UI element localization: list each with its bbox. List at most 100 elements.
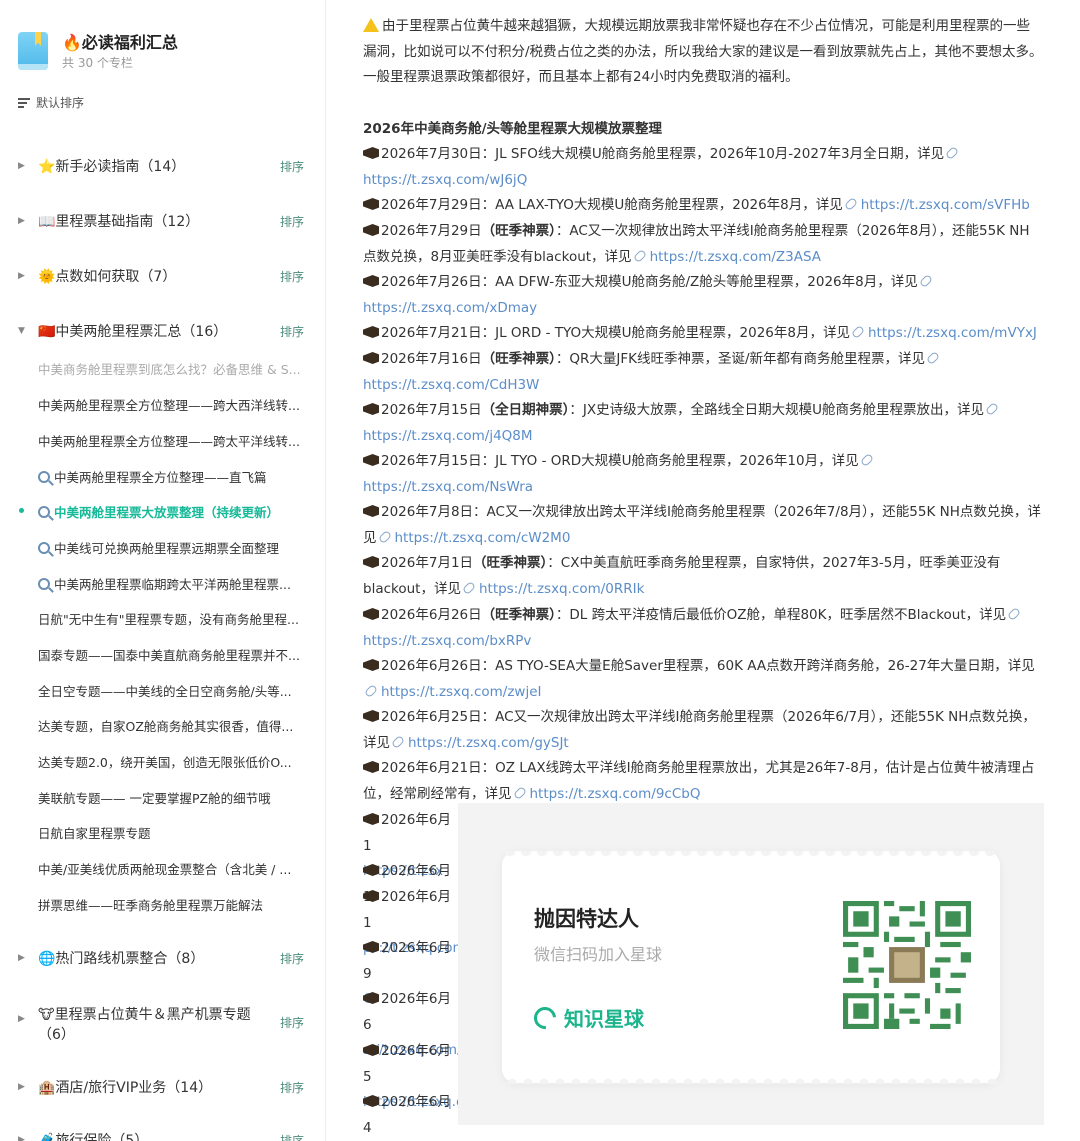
rank-button[interactable]: 排序: [280, 213, 304, 230]
expand-arrow-icon[interactable]: ▶: [18, 271, 28, 281]
sub-item-label: 中美两舱里程票全方位整理——直飞篇: [54, 470, 267, 485]
sort-selector[interactable]: 默认排序: [18, 94, 84, 111]
expand-arrow-icon[interactable]: ▶: [18, 1135, 28, 1141]
rank-button[interactable]: 排序: [280, 1079, 304, 1096]
sidebar-subtitle: 共 30 个专栏: [62, 56, 133, 70]
release-entry: 2026年7月30日：JL SFO线大规模U舱商务舱里程票，2026年10月-2…: [363, 142, 1043, 193]
entry-date: 2026年6月25日：: [381, 709, 496, 725]
release-entry: 2026年7月1日（旺季神票）：CX中美直航旺季商务舱里程票，自家特供，2027…: [363, 551, 1043, 602]
sub-item[interactable]: 美联航专题—— 一定要掌握PZ舱的细节哦: [38, 788, 310, 807]
entry-date: 2026年7月26日：: [381, 274, 496, 290]
release-entry: 2026年7月15日（全日期神票）：JX史诗级大放票，全路线全日期大规模U舱商务…: [363, 398, 1043, 449]
sub-item[interactable]: 中美商务舱里程票到底怎么找？必备思维 & S...: [38, 359, 310, 378]
category-insurance[interactable]: ▶ 🧳旅行保险（5） 排序: [18, 1130, 308, 1141]
entry-date: 2026年6月21日：: [381, 760, 496, 776]
megaphone-icon: [363, 352, 379, 364]
entry-date: 2026年7月15日：: [381, 453, 496, 469]
expand-arrow-icon[interactable]: ▶: [18, 161, 28, 171]
sub-item[interactable]: 日航"无中生有"里程票专题，没有商务舱里程...: [38, 609, 310, 628]
link-icon: [390, 734, 406, 749]
sub-item[interactable]: 中美/亚美线优质两舱现金票整合（含北美 / ...: [38, 859, 310, 878]
expand-arrow-icon[interactable]: ▶: [18, 216, 28, 226]
entry-link[interactable]: https://t.zsxq.com/Z3ASA: [650, 249, 821, 265]
megaphone-icon: [363, 275, 379, 287]
expand-arrow-icon[interactable]: ▶: [18, 1082, 28, 1092]
link-icon: [461, 580, 477, 595]
entry-link[interactable]: https://t.zsxq.com/zwjeI: [381, 684, 542, 700]
intro-paragraph: 由于里程票占位黄牛越来越猖獗，大规模远期放票我非常怀疑也存在不少占位情况，可能是…: [363, 14, 1043, 91]
entry-text: JL ORD - TYO大规模U舱商务舱里程票，2026年8月，详见: [495, 325, 850, 341]
sub-item[interactable]: 达美专题2.0，绕开美国，创造无限张低价O...: [38, 752, 310, 771]
expand-arrow-icon[interactable]: ▶: [18, 1014, 28, 1024]
category-label: 🐮里程票占位黄牛＆黑产机票专题 （6）: [38, 1004, 308, 1044]
sub-item[interactable]: 中美两舱里程票全方位整理——跨太平洋线转...: [38, 431, 310, 450]
link-icon: [850, 324, 866, 340]
release-entry: 2026年6月25日：AC又一次规律放出跨太平洋线I舱商务舱里程票（2026年6…: [363, 705, 1043, 756]
entry-tag: （全日期神票）: [481, 402, 570, 418]
release-entry: 2026年7月21日：JL ORD - TYO大规模U舱商务舱里程票，2026年…: [363, 321, 1043, 347]
sub-item[interactable]: 中美线可兑换两舱里程票远期票全面整理: [38, 538, 310, 557]
sort-icon: [18, 97, 30, 108]
rank-button[interactable]: 排序: [280, 323, 304, 340]
sub-item[interactable]: 中美两舱里程票临期跨太平洋两舱里程票...: [38, 574, 310, 593]
sub-item[interactable]: 达美专题，自家OZ舱商务舱其实很香，值得...: [38, 716, 310, 735]
entry-tag: （旺季神票）: [481, 223, 556, 239]
entry-link[interactable]: https://t.zsxq.com/wJ6jQ: [363, 172, 527, 188]
release-entry: 2026年6月21日：OZ LAX线跨太平洋线I舱商务舱里程票放出，尤其是26年…: [363, 756, 1043, 807]
rank-button[interactable]: 排序: [280, 1014, 304, 1031]
entry-date: 2026年7月29日：: [381, 197, 496, 213]
category-us-china[interactable]: ▼ 🇨🇳中美两舱里程票汇总（16） 排序: [18, 321, 308, 341]
scan-hint: 微信扫码加入星球: [534, 945, 663, 964]
megaphone-icon: [363, 454, 379, 466]
megaphone-icon: [363, 941, 379, 953]
entry-text: AA DFW-东亚大规模U舱商务舱/Z舱头等舱里程票，2026年8月，详见: [495, 274, 918, 290]
sub-item[interactable]: 日航自家里程票专题: [38, 823, 310, 842]
category-label: 🇨🇳中美两舱里程票汇总（16）: [38, 324, 228, 340]
category-newbie[interactable]: ▶ ⭐新手必读指南（14） 排序: [18, 156, 308, 176]
megaphone-icon: [363, 890, 379, 902]
entry-text: ：DL 跨太平洋疫情后最低价OZ舱，单程80K，旺季居然不Blackout，详见: [555, 607, 1007, 623]
category-basics[interactable]: ▶ 📖里程票基础指南（12） 排序: [18, 211, 308, 231]
book-icon: [18, 32, 48, 70]
intro-text: 由于里程票占位黄牛越来越猖獗，大规模远期放票我非常怀疑也存在不少占位情况，可能是…: [363, 18, 1043, 86]
megaphone-icon: [363, 326, 379, 338]
sub-item-active[interactable]: 中美两舱里程票大放票整理（持续更新）: [38, 502, 310, 521]
entry-link[interactable]: https://t.zsxq.com/gySJt: [408, 735, 569, 751]
entry-link[interactable]: https://t.zsxq.com/j4Q8M: [363, 428, 533, 444]
sub-item[interactable]: 全日空专题——中美线的全日空商务舱/头等...: [38, 681, 310, 700]
qr-code-icon[interactable]: [843, 901, 971, 1029]
expand-arrow-icon[interactable]: ▶: [18, 953, 28, 963]
sidebar-header: 🔥必读福利汇总 共 30 个专栏: [18, 32, 178, 72]
entry-date: 2026年7月29日: [381, 223, 482, 239]
entry-text: AS TYO-SEA大量E舱Saver里程票，60K AA点数开跨洋商务舱，26…: [495, 658, 1035, 674]
sub-item[interactable]: 国泰专题——国泰中美直航商务舱里程票并不...: [38, 645, 310, 664]
sub-item[interactable]: 中美两舱里程票全方位整理——直飞篇: [38, 467, 310, 486]
megaphone-icon: [363, 992, 379, 1004]
rank-button[interactable]: 排序: [280, 950, 304, 967]
category-routes[interactable]: ▶ 🌐热门路线机票整合（8） 排序: [18, 948, 308, 968]
category-points[interactable]: ▶ 🌞点数如何获取（7） 排序: [18, 266, 308, 286]
entry-link[interactable]: https://t.zsxq.com/cW2M0: [395, 530, 571, 546]
collapse-arrow-icon[interactable]: ▼: [18, 326, 28, 336]
category-hotel-vip[interactable]: ▶ 🏨酒店/旅行VIP业务（14） 排序: [18, 1077, 308, 1097]
category-scalpers[interactable]: ▶ 🐮里程票占位黄牛＆黑产机票专题 （6） 排序: [18, 1004, 308, 1044]
release-entry: 2026年7月29日（旺季神票）：AC又一次规律放出跨太平洋线I舱商务舱里程票（…: [363, 219, 1043, 270]
entry-link[interactable]: https://t.zsxq.com/bxRPv: [363, 633, 531, 649]
entry-link[interactable]: https://t.zsxq.com/CdH3W: [363, 377, 539, 393]
qr-overlay[interactable]: 抛因特达人 微信扫码加入星球 知识星球: [458, 803, 1044, 1125]
rank-button[interactable]: 排序: [280, 1132, 304, 1141]
sub-item[interactable]: 拼票思维——旺季商务舱里程票万能解法: [38, 895, 310, 914]
section-title: 2026年中美商务舱/头等舱里程票大规模放票整理: [363, 121, 663, 137]
entry-link[interactable]: https://t.zsxq.com/NsWra: [363, 479, 533, 495]
rank-button[interactable]: 排序: [280, 158, 304, 175]
sidebar-title: 🔥必读福利汇总: [62, 33, 178, 52]
entry-link[interactable]: https://t.zsxq.com/sVFHb: [861, 197, 1030, 213]
rank-button[interactable]: 排序: [280, 268, 304, 285]
entry-link[interactable]: https://t.zsxq.com/0RRIk: [479, 581, 644, 597]
entry-link[interactable]: https://t.zsxq.com/9cCbQ: [530, 786, 701, 802]
entry-link[interactable]: https://t.zsxq.com/xDmay: [363, 300, 537, 316]
sub-item[interactable]: 中美两舱里程票全方位整理——跨大西洋线转...: [38, 395, 310, 414]
entry-link[interactable]: https://t.zsxq.com/mVYxJ: [868, 325, 1037, 341]
qr-card[interactable]: 抛因特达人 微信扫码加入星球 知识星球: [502, 851, 1000, 1083]
category-label: 📖里程票基础指南（12）: [38, 214, 200, 230]
